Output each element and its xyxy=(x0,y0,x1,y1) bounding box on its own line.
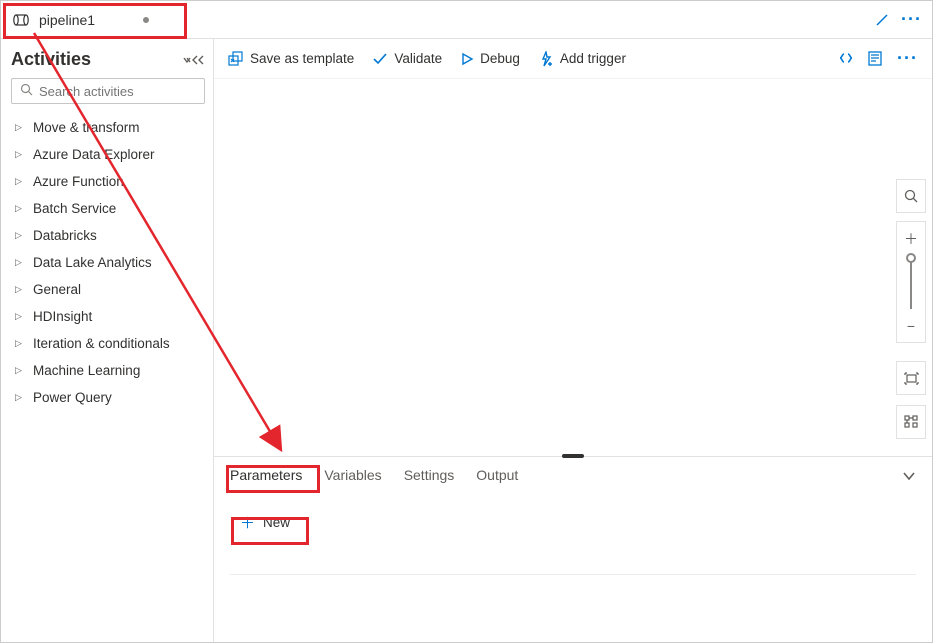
activity-label: Azure Data Explorer xyxy=(33,147,155,162)
zoom-slider[interactable] xyxy=(910,255,912,309)
activity-category[interactable]: ▷ HDInsight xyxy=(11,303,205,330)
tab-variables[interactable]: Variables xyxy=(324,467,381,483)
design-canvas[interactable]: ＋ − xyxy=(214,79,932,456)
activity-label: HDInsight xyxy=(33,309,92,324)
plus-icon: ＋ xyxy=(240,512,255,533)
tab-settings[interactable]: Settings xyxy=(404,467,455,483)
zoom-in-button[interactable]: ＋ xyxy=(896,221,926,255)
activity-category[interactable]: ▷ Iteration & conditionals xyxy=(11,330,205,357)
zoom-search-icon[interactable] xyxy=(896,179,926,213)
collapse-sidebar-icon[interactable] xyxy=(183,54,205,66)
activities-sidebar: Activities ▷ Move & transform ▷ Azure Data … xyxy=(1,39,214,642)
activity-label: Iteration & conditionals xyxy=(33,336,170,351)
sidebar-title: Activities xyxy=(11,49,91,70)
activity-label: Data Lake Analytics xyxy=(33,255,152,270)
activity-category[interactable]: ▷ Azure Function xyxy=(11,168,205,195)
search-field[interactable] xyxy=(39,84,215,99)
canvas-toolbar: Save as template Validate Debug Add xyxy=(214,39,932,79)
zoom-rail: ＋ − xyxy=(896,179,926,439)
activity-category[interactable]: ▷ Data Lake Analytics xyxy=(11,249,205,276)
zoom-out-button[interactable]: − xyxy=(896,309,926,343)
properties-panel: Parameters Variables Settings Output ＋ New xyxy=(214,456,932,642)
chevron-right-icon: ▷ xyxy=(15,365,25,376)
activity-label: Azure Function xyxy=(33,174,124,189)
search-input[interactable] xyxy=(11,78,205,104)
tab-parameters[interactable]: Parameters xyxy=(230,467,302,483)
chevron-right-icon: ▷ xyxy=(15,284,25,295)
chevron-right-icon: ▷ xyxy=(15,176,25,187)
expand-icon[interactable] xyxy=(875,13,889,27)
activity-label: Machine Learning xyxy=(33,363,140,378)
activity-category[interactable]: ▷ General xyxy=(11,276,205,303)
zoom-knob-icon[interactable] xyxy=(906,253,916,263)
layout-icon[interactable] xyxy=(896,405,926,439)
chevron-right-icon: ▷ xyxy=(15,149,25,160)
unsaved-dot-icon xyxy=(143,17,149,23)
activity-category[interactable]: ▷ Power Query xyxy=(11,384,205,411)
activity-label: Batch Service xyxy=(33,201,116,216)
activity-category[interactable]: ▷ Machine Learning xyxy=(11,357,205,384)
activity-category[interactable]: ▷ Batch Service xyxy=(11,195,205,222)
chevron-right-icon: ▷ xyxy=(15,257,25,268)
tab-output[interactable]: Output xyxy=(476,467,518,483)
toolbar-more-icon[interactable]: ··· xyxy=(897,48,918,69)
chevron-right-icon: ▷ xyxy=(15,122,25,133)
activity-category[interactable]: ▷ Databricks xyxy=(11,222,205,249)
new-parameter-button[interactable]: ＋ New xyxy=(230,507,304,538)
collapse-panel-icon[interactable] xyxy=(902,469,916,484)
activity-label: Power Query xyxy=(33,390,112,405)
more-menu-icon[interactable]: ··· xyxy=(901,9,922,30)
chevron-right-icon: ▷ xyxy=(15,392,25,403)
validate-button[interactable]: Validate xyxy=(372,51,442,67)
activity-category[interactable]: ▷ Move & transform xyxy=(11,114,205,141)
debug-button[interactable]: Debug xyxy=(460,51,520,66)
properties-icon[interactable] xyxy=(868,51,883,67)
chevron-right-icon: ▷ xyxy=(15,230,25,241)
divider xyxy=(230,574,916,575)
fit-to-screen-icon[interactable] xyxy=(896,361,926,395)
pipeline-icon xyxy=(13,13,31,27)
code-view-icon[interactable] xyxy=(838,51,854,67)
chevron-right-icon: ▷ xyxy=(15,203,25,214)
activity-label: General xyxy=(33,282,81,297)
activity-category[interactable]: ▷ Azure Data Explorer xyxy=(11,141,205,168)
chevron-right-icon: ▷ xyxy=(15,338,25,349)
page-title: pipeline1 xyxy=(39,12,95,28)
activity-label: Databricks xyxy=(33,228,97,243)
chevron-right-icon: ▷ xyxy=(15,311,25,322)
save-template-button[interactable]: Save as template xyxy=(228,51,354,67)
search-icon xyxy=(20,83,33,99)
add-trigger-button[interactable]: Add trigger xyxy=(538,51,626,67)
activity-label: Move & transform xyxy=(33,120,140,135)
